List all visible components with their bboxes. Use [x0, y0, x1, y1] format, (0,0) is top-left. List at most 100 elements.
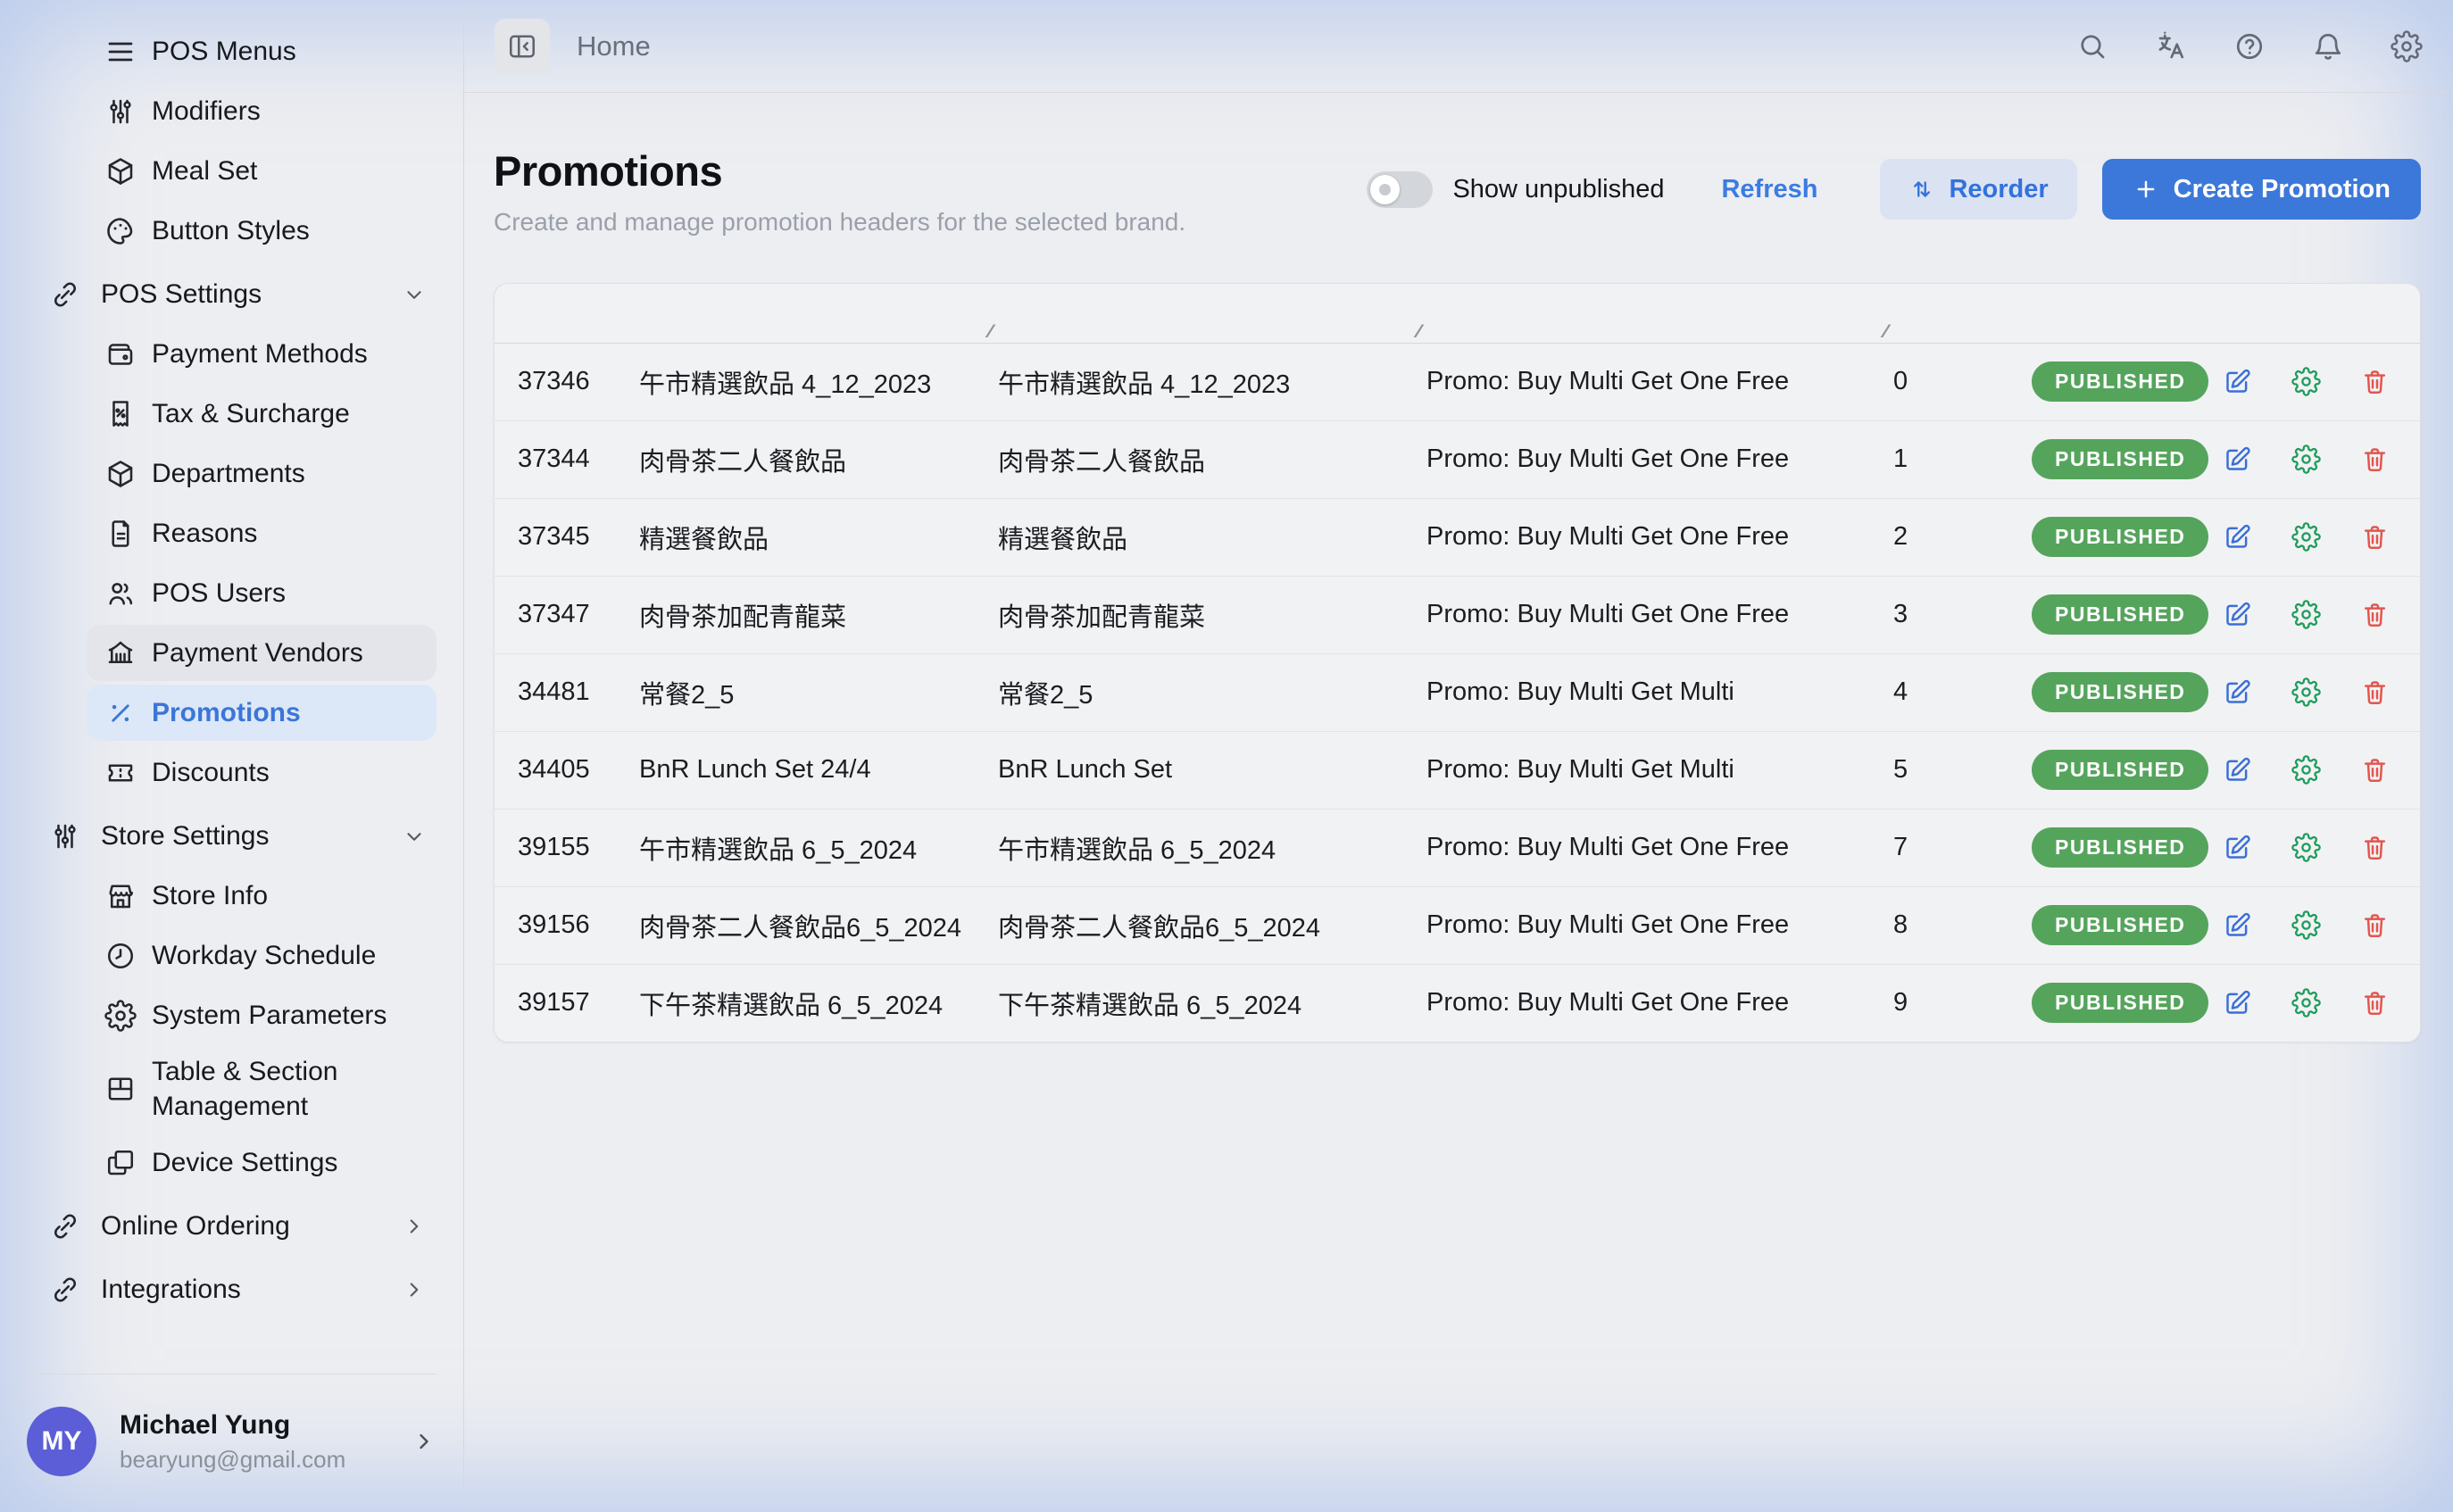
sidebar-item-meal-set[interactable]: Meal Set	[87, 143, 437, 199]
configure-button[interactable]	[2291, 367, 2321, 396]
sidebar-item-store-info[interactable]: Store Info	[87, 868, 437, 924]
cell-type: Promo: Buy Multi Get One Free	[1426, 498, 1893, 576]
translate-icon-button[interactable]	[2155, 30, 2187, 62]
sidebar-item-label: Table & Section Management	[152, 1054, 426, 1124]
sidebar-item-online-ordering[interactable]: Online Ordering	[49, 1198, 437, 1254]
status-badge: PUBLISHED	[2032, 827, 2208, 868]
sidebar-item-payment-methods[interactable]: Payment Methods	[87, 326, 437, 382]
edit-button[interactable]	[2223, 910, 2252, 940]
cell-id: 37347	[495, 576, 639, 653]
sidebar-item-icon	[104, 96, 137, 128]
breadcrumb[interactable]: Home	[577, 30, 651, 62]
configure-button[interactable]	[2291, 677, 2321, 707]
user-profile[interactable]: MY Michael Yung bearyung@gmail.com	[27, 1374, 437, 1512]
gear-icon-button[interactable]	[2391, 30, 2423, 62]
edit-button[interactable]	[2223, 444, 2252, 474]
sidebar-item-discounts[interactable]: Discounts	[87, 744, 437, 801]
configure-button[interactable]	[2291, 522, 2321, 552]
sidebar-item-button-styles[interactable]: Button Styles	[87, 203, 437, 259]
column-header[interactable]	[998, 284, 1426, 343]
delete-button[interactable]	[2360, 444, 2390, 474]
sidebar-item-payment-vendors[interactable]: Payment Vendors	[87, 625, 437, 681]
edit-button[interactable]	[2223, 367, 2252, 396]
sidebar-item-pos-menus[interactable]: POS Menus	[87, 23, 437, 79]
cell-name: 肉骨茶二人餐飲品6_5_2024	[998, 886, 1426, 964]
configure-button[interactable]	[2291, 600, 2321, 629]
delete-button[interactable]	[2360, 910, 2390, 940]
configure-button[interactable]	[2291, 755, 2321, 785]
sidebar-item-device-settings[interactable]: Device Settings	[87, 1134, 437, 1191]
edit-button[interactable]	[2223, 522, 2252, 552]
cell-priority: 8	[1893, 886, 2032, 964]
column-header[interactable]	[495, 284, 639, 343]
cell-name: 精選餐飲品	[998, 498, 1426, 576]
configure-button[interactable]	[2291, 833, 2321, 862]
edit-button[interactable]	[2223, 600, 2252, 629]
sidebar-item-label: Discounts	[152, 755, 426, 790]
sidebar-item-workday-schedule[interactable]: Workday Schedule	[87, 927, 437, 984]
sidebar-item-system-parameters[interactable]: System Parameters	[87, 987, 437, 1043]
cell-name: 午市精選飲品 6_5_2024	[998, 809, 1426, 886]
sidebar-item-tax-surcharge[interactable]: Tax & Surcharge	[87, 386, 437, 442]
cell-priority: 0	[1893, 343, 2032, 420]
reorder-button[interactable]: Reorder	[1880, 159, 2076, 220]
search-icon-button[interactable]	[2076, 30, 2108, 62]
sidebar-item-pos-settings[interactable]: POS Settings	[49, 266, 437, 322]
sidebar-item-label: Reasons	[152, 516, 426, 551]
trash-icon	[2360, 444, 2390, 474]
trash-icon	[2360, 988, 2390, 1018]
status-badge: PUBLISHED	[2032, 361, 2208, 402]
user-info: Michael Yung bearyung@gmail.com	[120, 1410, 412, 1474]
help-icon-button[interactable]	[2233, 30, 2266, 62]
edit-button[interactable]	[2223, 833, 2252, 862]
column-header[interactable]	[639, 284, 998, 343]
delete-button[interactable]	[2360, 522, 2390, 552]
delete-button[interactable]	[2360, 988, 2390, 1018]
sidebar-item-modifiers[interactable]: Modifiers	[87, 83, 437, 139]
column-header[interactable]	[2032, 284, 2208, 343]
bell-icon-button[interactable]	[2312, 30, 2344, 62]
cell-priority: 5	[1893, 731, 2032, 809]
cell-code: 下午茶精選飲品 6_5_2024	[639, 964, 998, 1042]
cell-type: Promo: Buy Multi Get One Free	[1426, 420, 1893, 498]
gear-icon	[2291, 988, 2321, 1018]
configure-button[interactable]	[2291, 444, 2321, 474]
cell-type: Promo: Buy Multi Get One Free	[1426, 809, 1893, 886]
page-title: Promotions	[494, 146, 1185, 195]
column-header[interactable]	[2208, 284, 2420, 343]
sidebar-item-departments[interactable]: Departments	[87, 445, 437, 502]
column-header[interactable]	[1893, 284, 2032, 343]
user-name: Michael Yung	[120, 1410, 412, 1441]
configure-button[interactable]	[2291, 910, 2321, 940]
edit-button[interactable]	[2223, 755, 2252, 785]
delete-button[interactable]	[2360, 755, 2390, 785]
delete-button[interactable]	[2360, 833, 2390, 862]
sidebar-item-reasons[interactable]: Reasons	[87, 505, 437, 561]
column-header[interactable]	[1426, 284, 1893, 343]
delete-button[interactable]	[2360, 367, 2390, 396]
edit-button[interactable]	[2223, 677, 2252, 707]
create-promotion-button[interactable]: Create Promotion	[2102, 159, 2421, 220]
trash-icon	[2360, 755, 2390, 785]
table-header	[495, 284, 2420, 343]
configure-button[interactable]	[2291, 988, 2321, 1018]
sidebar-item-label: Integrations	[101, 1272, 395, 1307]
chevron-right-icon	[412, 1429, 437, 1454]
cell-actions	[2208, 498, 2420, 576]
gear-icon	[2291, 367, 2321, 396]
sidebar-item-store-settings[interactable]: Store Settings	[49, 808, 437, 864]
sidebar-item-promotions[interactable]: Promotions	[87, 685, 437, 741]
sidebar-item-pos-users[interactable]: POS Users	[87, 565, 437, 621]
cell-code: 精選餐飲品	[639, 498, 998, 576]
edit-button[interactable]	[2223, 988, 2252, 1018]
collapse-sidebar-button[interactable]	[495, 19, 550, 74]
sidebar-item-label: Meal Set	[152, 154, 426, 188]
topbar-icons	[2076, 30, 2423, 62]
delete-button[interactable]	[2360, 677, 2390, 707]
refresh-button[interactable]: Refresh	[1721, 175, 1817, 204]
show-unpublished-toggle[interactable]	[1367, 171, 1433, 208]
sidebar-item-integrations[interactable]: Integrations	[49, 1261, 437, 1317]
sidebar-item-table-section-management[interactable]: Table & Section Management	[87, 1047, 437, 1131]
delete-button[interactable]	[2360, 600, 2390, 629]
sidebar-item-label: Tax & Surcharge	[152, 396, 426, 431]
